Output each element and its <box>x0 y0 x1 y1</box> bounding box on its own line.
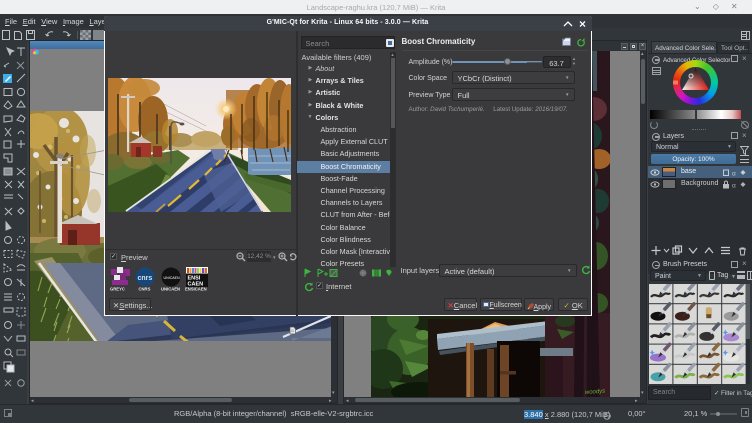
svg-text:cnrs: cnrs <box>138 275 153 282</box>
svg-text:UNICAEN: UNICAEN <box>161 287 180 292</box>
svg-text:CNRS: CNRS <box>139 287 151 292</box>
svg-text:GREYC: GREYC <box>110 287 125 292</box>
svg-text:α: α <box>732 171 736 178</box>
svg-text:UNICAEN: UNICAEN <box>164 276 181 280</box>
svg-text:ENSICAEN: ENSICAEN <box>185 287 207 292</box>
svg-text:α: α <box>732 183 736 190</box>
